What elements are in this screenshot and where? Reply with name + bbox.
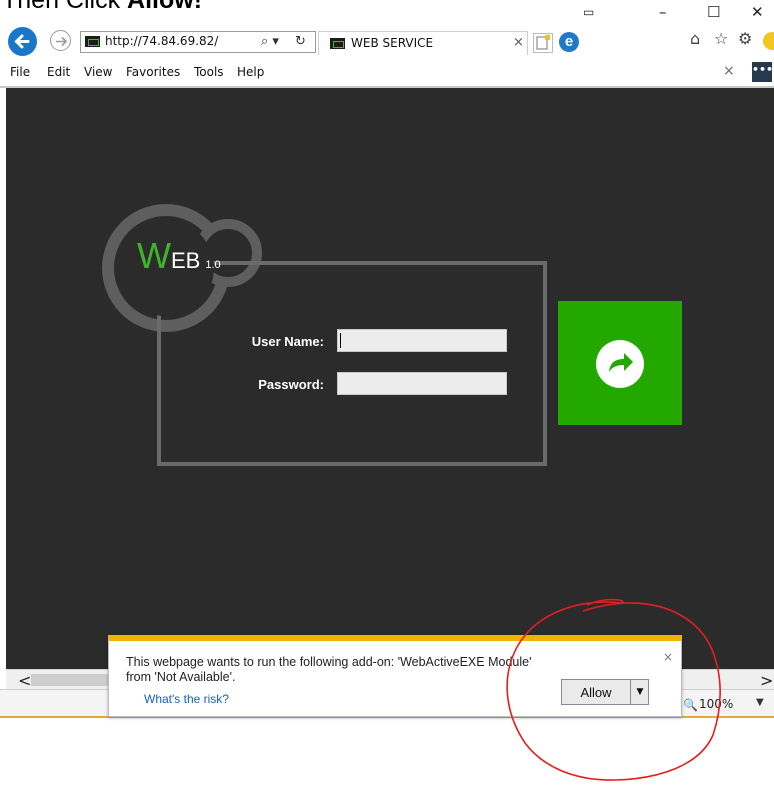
password-input[interactable] [337, 372, 507, 395]
whats-the-risk-link[interactable]: What's the risk? [144, 692, 229, 706]
settings-gear-icon[interactable]: ⚙ [738, 29, 752, 48]
menu-close-icon[interactable]: × [723, 63, 735, 79]
login-panel [157, 261, 547, 466]
menu-favorites[interactable]: Favorites [126, 65, 180, 79]
tab-favicon-icon [330, 38, 345, 49]
menu-bar: File Edit View Favorites Tools Help × [0, 61, 774, 85]
new-tab-icon [536, 35, 550, 50]
more-options-button[interactable]: ••• [752, 62, 773, 82]
forward-button[interactable] [50, 30, 71, 51]
tab-close-button[interactable]: × [513, 35, 524, 50]
scroll-right-icon[interactable]: > [760, 671, 773, 690]
maximize-button[interactable]: ☐ [707, 4, 720, 20]
back-arrow-icon [14, 34, 30, 49]
menu-tools[interactable]: Tools [194, 65, 224, 79]
username-input[interactable] [337, 329, 507, 352]
username-label: User Name: [251, 334, 324, 349]
instruction-text: Then Click Allow! [2, 0, 202, 15]
instruction-prefix: Then Click [2, 0, 128, 14]
instruction-action: Allow! [127, 0, 203, 14]
screenshot-root: Then Click Allow! ▭ – ☐ ✕ http://74.84.6… [0, 0, 774, 786]
search-dropdown-icon[interactable]: ⌕ ▾ [261, 34, 279, 50]
scroll-thumb[interactable] [31, 674, 114, 686]
web-page-content: WEB 1.0 User Name: Password: [6, 88, 774, 669]
scroll-left-icon[interactable]: < [18, 671, 31, 690]
feedback-smiley-icon[interactable] [763, 32, 774, 50]
taskview-icon[interactable]: ▭ [583, 4, 594, 20]
menu-edit[interactable]: Edit [47, 65, 70, 79]
text-caret [340, 333, 341, 348]
annotation-red-circle [506, 598, 721, 781]
new-tab-button[interactable] [533, 33, 553, 53]
login-submit-button[interactable] [558, 301, 682, 425]
password-label: Password: [258, 377, 324, 392]
menu-view[interactable]: View [84, 65, 112, 79]
refresh-icon[interactable]: ↻ [295, 34, 306, 50]
logo-version: 1.0 [205, 259, 221, 271]
menu-help[interactable]: Help [237, 65, 264, 79]
tab-web-service[interactable]: WEB SERVICE × [318, 31, 528, 55]
ie-logo-icon[interactable]: e [559, 32, 579, 52]
notification-message: This webpage wants to run the following … [126, 655, 532, 684]
address-url: http://74.84.69.82/ [105, 34, 219, 48]
go-arrow-circle [596, 340, 644, 388]
web-logo: WEB 1.0 [137, 235, 221, 277]
address-bar[interactable]: http://74.84.69.82/ ⌕ ▾ ↻ [80, 31, 316, 53]
logo-w: W [137, 235, 171, 276]
minimize-button[interactable]: – [659, 4, 667, 20]
forward-arrow-icon [56, 36, 68, 47]
logo-eb: EB [170, 248, 201, 273]
site-favicon-icon [85, 36, 100, 47]
zoom-dropdown-icon[interactable]: ▼ [756, 697, 764, 708]
back-button[interactable] [8, 27, 37, 56]
home-icon[interactable]: ⌂ [690, 29, 700, 48]
favorites-star-icon[interactable]: ☆ [714, 29, 728, 48]
forward-arrow-icon [609, 353, 633, 372]
menu-file[interactable]: File [10, 65, 30, 79]
close-window-button[interactable]: ✕ [751, 4, 764, 20]
tab-title: WEB SERVICE [351, 36, 434, 50]
